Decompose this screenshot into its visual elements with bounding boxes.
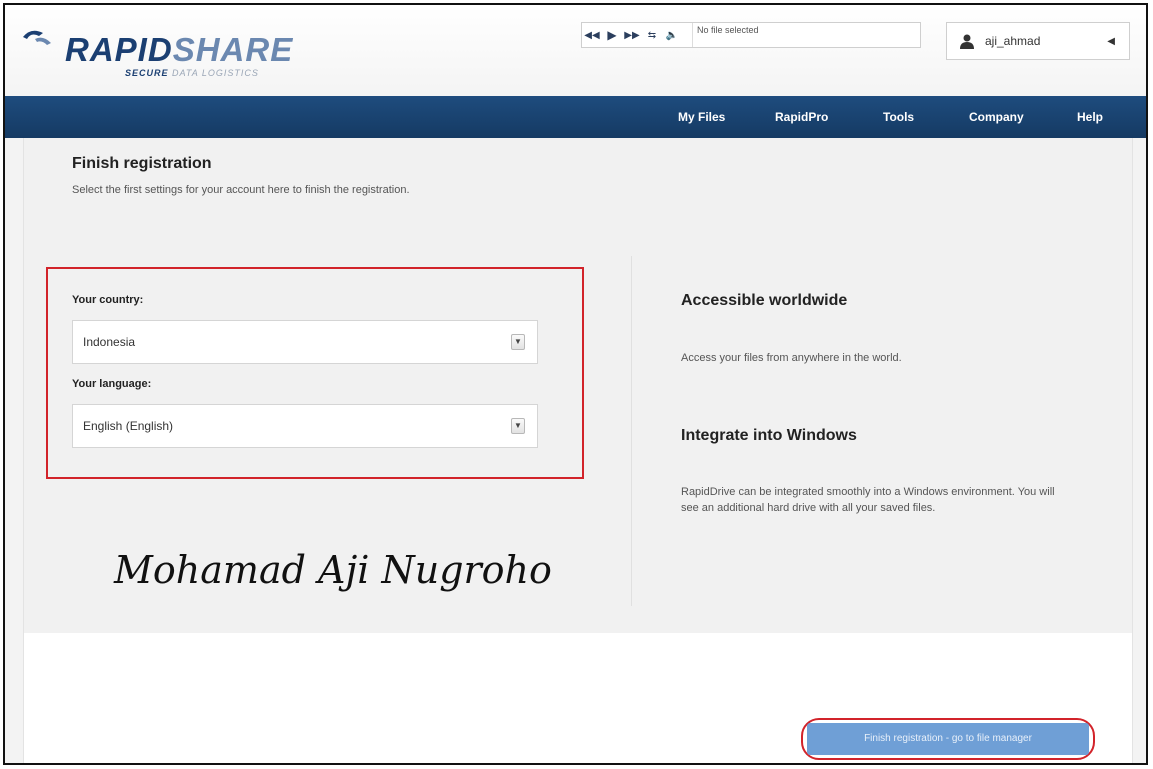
button-highlight: Finish registration - go to file manager — [801, 718, 1095, 760]
feature-text-worldwide: Access your files from anywhere in the w… — [681, 352, 902, 364]
registration-content: Finish registration Select the first set… — [23, 138, 1133, 763]
country-value: Indonesia — [83, 335, 136, 349]
top-header: RAPIDSHARE SECURE DATA LOGISTICS ◀◀ ▶ ▶▶… — [5, 5, 1146, 97]
page-title: Finish registration — [72, 155, 212, 172]
audio-player: ◀◀ ▶ ▶▶ ⇆ 🔈 No file selected — [581, 22, 921, 48]
logo-tagline: SECURE DATA LOGISTICS — [125, 68, 259, 78]
country-label: Your country: — [72, 294, 144, 306]
feature-text-windows: RapidDrive can be integrated smoothly in… — [681, 486, 1055, 514]
nav-company[interactable]: Company — [969, 96, 1024, 138]
language-label: Your language: — [72, 378, 152, 390]
logo-wordmark: RAPIDSHARE — [65, 31, 294, 68]
volume-icon[interactable]: 🔈 — [662, 23, 682, 47]
footer-bar: Finish registration - go to file manager — [24, 633, 1132, 763]
user-menu[interactable]: aji_ahmad ◀ — [946, 22, 1130, 60]
rapidshare-logo[interactable]: RAPIDSHARE SECURE DATA LOGISTICS — [21, 23, 301, 79]
play-icon[interactable]: ▶ — [602, 23, 622, 47]
author-watermark: Mohamad Aji Nugroho — [114, 548, 552, 592]
chevron-down-icon[interactable]: ▼ — [511, 418, 525, 434]
column-divider — [631, 256, 632, 606]
next-icon[interactable]: ▶▶ — [622, 23, 642, 47]
main-nav: My Files RapidPro Tools Company Help — [5, 96, 1146, 138]
player-file-status: No file selected — [692, 23, 759, 47]
logo-mark-icon — [23, 30, 51, 45]
nav-my-files[interactable]: My Files — [678, 96, 725, 138]
nav-tools[interactable]: Tools — [883, 96, 914, 138]
share-icon[interactable]: ⇆ — [642, 23, 662, 47]
nav-help[interactable]: Help — [1077, 96, 1103, 138]
username: aji_ahmad — [985, 34, 1041, 48]
finish-registration-button[interactable]: Finish registration - go to file manager — [807, 723, 1089, 755]
language-value: English (English) — [83, 419, 174, 433]
prev-icon[interactable]: ◀◀ — [582, 23, 602, 47]
browser-frame: RAPIDSHARE SECURE DATA LOGISTICS ◀◀ ▶ ▶▶… — [3, 3, 1148, 765]
user-icon — [960, 34, 974, 49]
page-subtitle: Select the first settings for your accou… — [72, 184, 410, 196]
country-select[interactable]: Indonesia ▼ — [72, 320, 538, 364]
language-select[interactable]: English (English) ▼ — [72, 404, 538, 448]
feature-heading-worldwide: Accessible worldwide — [681, 292, 848, 309]
feature-heading-windows: Integrate into Windows — [681, 427, 857, 444]
nav-rapidpro[interactable]: RapidPro — [775, 96, 828, 138]
caret-left-icon: ◀ — [1107, 35, 1115, 47]
chevron-down-icon[interactable]: ▼ — [511, 334, 525, 350]
